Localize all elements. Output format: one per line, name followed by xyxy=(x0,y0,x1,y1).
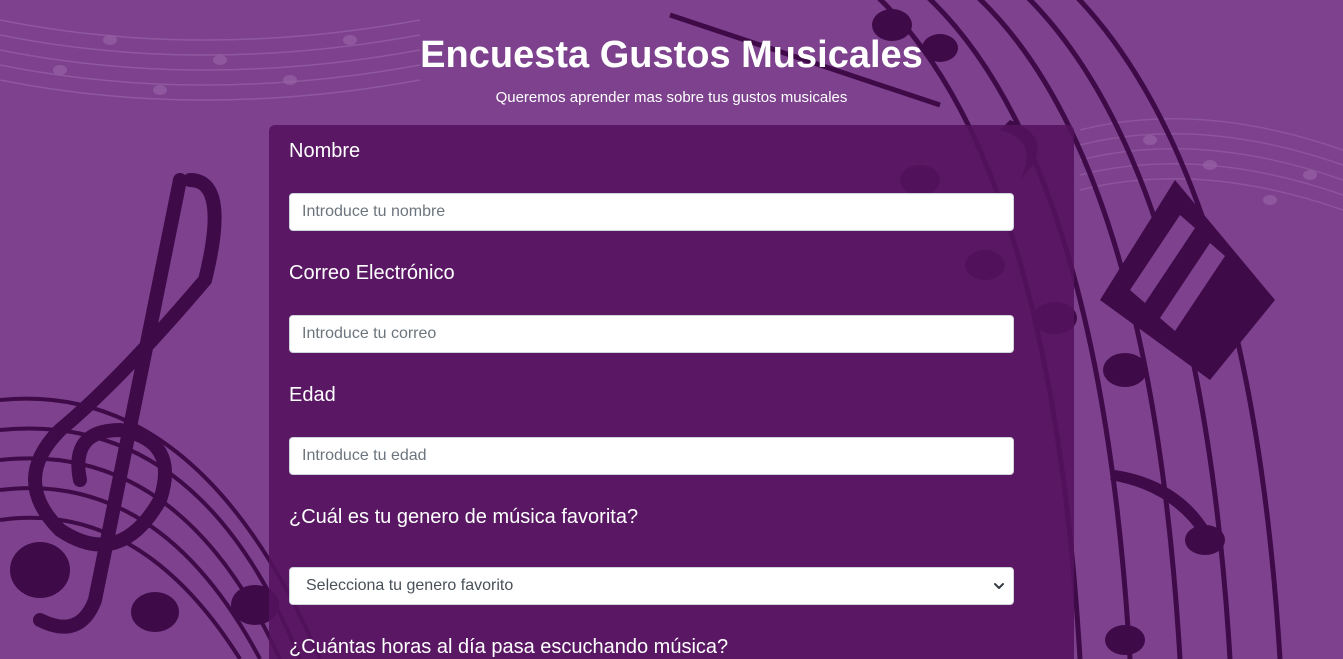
genre-select[interactable]: Selecciona tu genero favorito xyxy=(289,567,1014,605)
age-label: Edad xyxy=(289,384,336,406)
page-subtitle: Queremos aprender mas sobre tus gustos m… xyxy=(495,89,848,106)
page-title: Encuesta Gustos Musicales xyxy=(420,34,923,76)
survey-form: Nombre Correo Electrónico Edad ¿Cuál es … xyxy=(269,125,1074,659)
genre-label: ¿Cuál es tu genero de música favorita? xyxy=(289,506,639,528)
chevron-down-icon xyxy=(994,583,1004,589)
hours-label: ¿Cuántas horas al día pasa escuchando mú… xyxy=(289,636,729,658)
email-label: Correo Electrónico xyxy=(289,262,455,284)
name-input[interactable] xyxy=(289,193,1014,231)
age-input[interactable] xyxy=(289,437,1014,475)
name-label: Nombre xyxy=(289,140,361,162)
genre-select-value: Selecciona tu genero favorito xyxy=(306,577,514,594)
email-input[interactable] xyxy=(289,315,1014,353)
